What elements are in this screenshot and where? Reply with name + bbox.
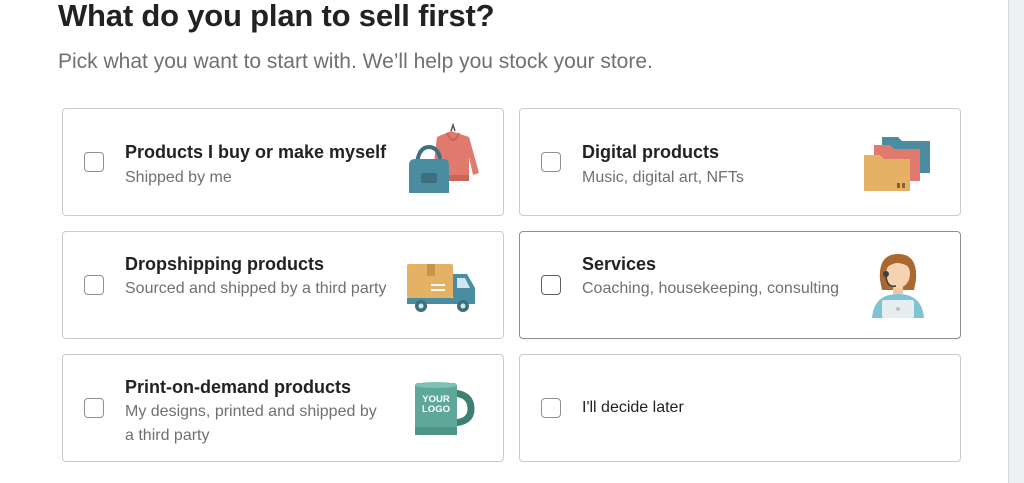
option-card-print-on-demand[interactable]: Print-on-demand products My designs, pri… — [62, 354, 504, 462]
checkbox[interactable] — [84, 152, 104, 172]
checkbox[interactable] — [541, 275, 561, 295]
window-right-edge — [1008, 0, 1024, 483]
checkbox[interactable] — [84, 275, 104, 295]
checkbox[interactable] — [84, 398, 104, 418]
delivery-truck-icon — [405, 262, 477, 314]
option-title: Services — [582, 254, 657, 274]
option-title: Digital products — [582, 142, 720, 162]
option-title: Print-on-demand products — [125, 377, 351, 397]
option-title: I'll decide later — [582, 399, 684, 416]
option-card-digital-products[interactable]: Digital products Music, digital art, NFT… — [519, 108, 961, 216]
option-description: My designs, printed and shipped by a thi… — [125, 403, 377, 444]
option-card-services[interactable]: Services Coaching, housekeeping, consult… — [519, 231, 961, 339]
page-title: What do you plan to sell first? — [58, 0, 495, 33]
option-description: Coaching, housekeeping, consulting — [582, 280, 840, 297]
support-agent-icon — [868, 250, 928, 318]
checkbox[interactable] — [541, 152, 561, 172]
logo-mug-icon: YOUR LOGO — [413, 381, 477, 437]
page-subtitle: Pick what you want to start with. We’ll … — [58, 50, 653, 73]
mug-logo-text: YOUR LOGO — [422, 394, 450, 415]
option-card-dropshipping-products[interactable]: Dropshipping products Sourced and shippe… — [62, 231, 504, 339]
option-card-products-i-buy-or-make[interactable]: Products I buy or make myself Shipped by… — [62, 108, 504, 216]
checkbox[interactable] — [541, 398, 561, 418]
handbag-and-sweater-icon — [403, 123, 483, 195]
folders-icon — [862, 133, 934, 193]
option-description: Shipped by me — [125, 169, 232, 186]
option-description: Sourced and shipped by a third party — [125, 280, 387, 297]
option-description: Music, digital art, NFTs — [582, 169, 744, 186]
option-card-decide-later[interactable]: I'll decide later — [519, 354, 961, 462]
option-title: Dropshipping products — [125, 254, 324, 274]
option-title: Products I buy or make myself — [125, 142, 387, 162]
